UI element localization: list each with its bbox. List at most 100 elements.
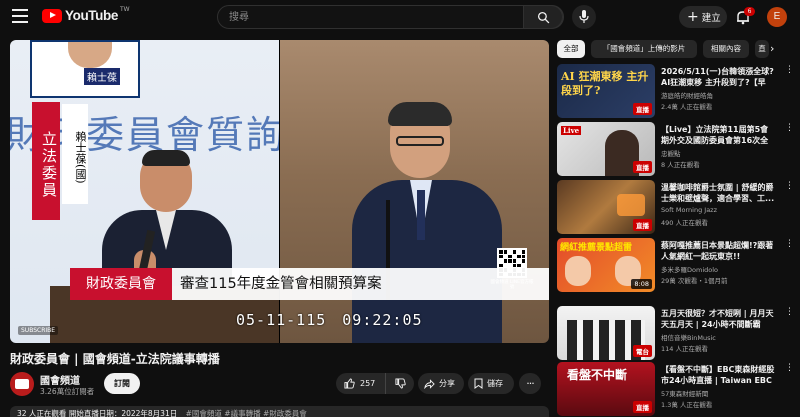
youtube-play-icon [42,8,62,23]
chevron-right-icon[interactable]: › [770,40,784,58]
share-button[interactable]: 分享 [418,373,464,394]
share-icon [424,378,435,389]
inset-frame: 賴士葆 [30,40,140,98]
inset-face [68,42,112,68]
save-label: 儲存 [487,379,503,388]
youtube-logo[interactable]: YouTube TW [42,6,130,23]
bookmark-icon [474,378,483,389]
legislator-title-tag: 立法委員 [32,102,60,220]
more-horizontal-icon: ··· [526,377,534,390]
search-icon [537,11,550,24]
more-vertical-icon[interactable]: ⋮ [785,308,794,317]
subscriber-count: 3.26萬位訂閱者 [40,387,95,396]
recommendation-meta: 1.3萬 人正在觀看 [661,401,713,409]
chip-live[interactable]: 直 [755,40,769,58]
video-title: 財政委員會 | 國會頻道-立法院議事轉播 [10,352,220,366]
channel-avatar[interactable] [10,372,34,396]
more-actions-button[interactable]: ··· [519,373,541,394]
chip-related[interactable]: 相關內容 [703,40,749,58]
committee-tag: 財政委員會 [70,268,172,300]
thumbs-down-icon [394,378,406,389]
hamburger-menu-icon[interactable] [12,9,28,23]
recommendation-item[interactable]: Live 直播 【Live】立法院第11屆第5會期外交及國防委員會第16次全體.… [557,122,800,176]
create-button[interactable]: + 建立 [679,6,727,28]
description-summary[interactable]: 32 人正在觀看 開始直播日期：2022年8月31日 #國會頻道 #議事轉播 #… [10,406,549,417]
more-vertical-icon[interactable]: ⋮ [785,182,794,191]
inset-nameplate: 賴士葆 [84,68,120,85]
filter-chips: 全部 「國會頻道」上傳的影片 相關內容 直 [557,40,800,58]
stream-start-date: 開始直播日期：2022年8月31日 [68,409,178,417]
chip-channel-uploads[interactable]: 「國會頻道」上傳的影片 [591,40,697,58]
fireplace-glow [617,194,645,216]
like-button[interactable]: 257 [336,373,386,394]
more-vertical-icon[interactable]: ⋮ [785,124,794,133]
recommendation-thumbnail[interactable]: 電台 [557,306,655,360]
broadcast-timestamp: 05-11-115 09:22:05 [236,311,423,329]
recommendation-meta: 29萬 次觀看・1個月前 [661,277,728,285]
thumbnail-caption: 看盤不中斷 [567,368,628,382]
more-vertical-icon[interactable]: ⋮ [785,240,794,249]
recommendation-thumbnail[interactable]: 網紅推薦景點超雷 8:08 [557,238,655,292]
recommendation-item[interactable]: 看盤不中斷 直播 【看盤不中斷】EBC東森財經股市24小時直播 | Taiwan… [557,362,800,416]
duration-badge: 8:08 [631,279,652,289]
top-bar: YouTube TW + 建立 6 E [0,0,800,34]
account-avatar[interactable]: E [767,7,787,27]
recommendation-meta: 2.4萬 人正在觀看 [661,103,713,111]
more-vertical-icon[interactable]: ⋮ [785,66,794,75]
recommendation-channel[interactable]: 相信音樂BinMusic [661,332,775,342]
recommendation-channel[interactable]: 游庭皓的財經皓角 [661,90,775,100]
notification-count-badge: 6 [744,7,755,16]
recommendation-thumbnail[interactable]: Live 直播 [557,122,655,176]
recommendation-title[interactable]: 【Live】立法院第11屆第5會期外交及國防委員會第16次全體... [661,124,775,146]
recommendation-channel[interactable]: 多米多羅Domidolo [661,264,775,274]
thumbnail-face [565,256,591,286]
subscribe-watermark: SUBSCRIBE [18,326,59,335]
recommendation-channel[interactable]: 57東森財經新聞 [661,388,775,398]
logo-region: TW [119,6,130,13]
like-dislike-group: 257 [336,373,414,394]
recommendation-thumbnail[interactable]: 直播 [557,180,655,234]
save-button[interactable]: 儲存 [468,373,514,394]
recommendation-channel[interactable]: Soft Morning Jazz [661,206,775,214]
recommendation-item[interactable]: AI 狂潮東移 主升段到了? 直播 2026/5/11(一)台韓領漲全球?AI狂… [557,64,800,118]
subscribe-button[interactable]: 訂閱 [104,373,140,394]
live-badge: 直播 [633,401,652,413]
recommendation-title[interactable]: 五月天很短？才不短咧 | 月月天天五月天 | 24小時不間斷霸佔... [661,308,775,330]
recommendation-item[interactable]: 網紅推薦景點超雷 8:08 蔡阿嘎推薦日本景點超爛!?跟著人氣網紅一起玩東京!!… [557,238,800,292]
recommendation-thumbnail[interactable]: AI 狂潮東移 主升段到了? 直播 [557,64,655,118]
hashtags[interactable]: #國會頻道 #議事轉播 #財政委員會 [186,409,307,417]
more-vertical-icon[interactable]: ⋮ [785,364,794,373]
recommendation-title[interactable]: 2026/5/11(一)台韓領漲全球?AI狂潮東移 主升段到了?【早晨... [661,66,775,88]
live-badge: 直播 [633,161,652,173]
create-label: 建立 [701,13,721,24]
search-input[interactable] [218,6,526,28]
thumbnail-caption: Live [561,126,582,135]
recommendation-title[interactable]: 溫馨咖啡館爵士氛圍 | 舒緩的爵士樂和壁爐聲，適合學習、工... [661,182,775,204]
recommendation-channel[interactable]: 忠觀點 [661,148,775,158]
live-badge: 直播 [633,103,652,115]
recommendation-item[interactable]: 直播 溫馨咖啡館爵士氛圍 | 舒緩的爵士樂和壁爐聲，適合學習、工... Soft… [557,180,800,234]
thumbnail-caption: 網紅推薦景點超雷 [560,243,633,253]
thumbnail-caption: AI 狂潮東移 主升段到了? [561,70,649,97]
recommendation-title[interactable]: 蔡阿嘎推薦日本景點超爛!?跟著人氣網紅一起玩東京!! [661,240,775,262]
video-player[interactable]: 財政委員會質詢 賴士葆 立法委員 賴士葆(國) SUBSCRIBE 國會頻道 L… [10,40,549,343]
logo-text: YouTube [65,8,118,23]
live-badge: 電台 [633,345,652,357]
recommendation-title[interactable]: 【看盤不中斷】EBC東森財經股市24小時直播 | Taiwan EBC ... [661,364,775,386]
dislike-button[interactable] [386,373,414,394]
search-button[interactable] [523,5,563,29]
like-count: 257 [360,379,376,388]
chip-all[interactable]: 全部 [557,40,585,58]
recommendation-meta: 490 人正在觀看 [661,219,708,227]
live-viewers: 32 人正在觀看 [17,409,67,417]
recommendation-item[interactable]: 電台 五月天很短？才不短咧 | 月月天天五月天 | 24小時不間斷霸佔... 相… [557,306,800,360]
recommendation-meta: 8 人正在觀看 [661,161,700,169]
thumbs-up-icon [344,378,355,389]
plus-icon: + [687,9,699,25]
live-badge: 直播 [633,219,652,231]
recommendation-thumbnail[interactable]: 看盤不中斷 直播 [557,362,655,416]
recommendation-meta: 114 人正在觀看 [661,345,708,353]
voice-search-button[interactable] [572,5,596,29]
search-box [217,5,564,29]
channel-name[interactable]: 國會頻道 [40,372,80,387]
